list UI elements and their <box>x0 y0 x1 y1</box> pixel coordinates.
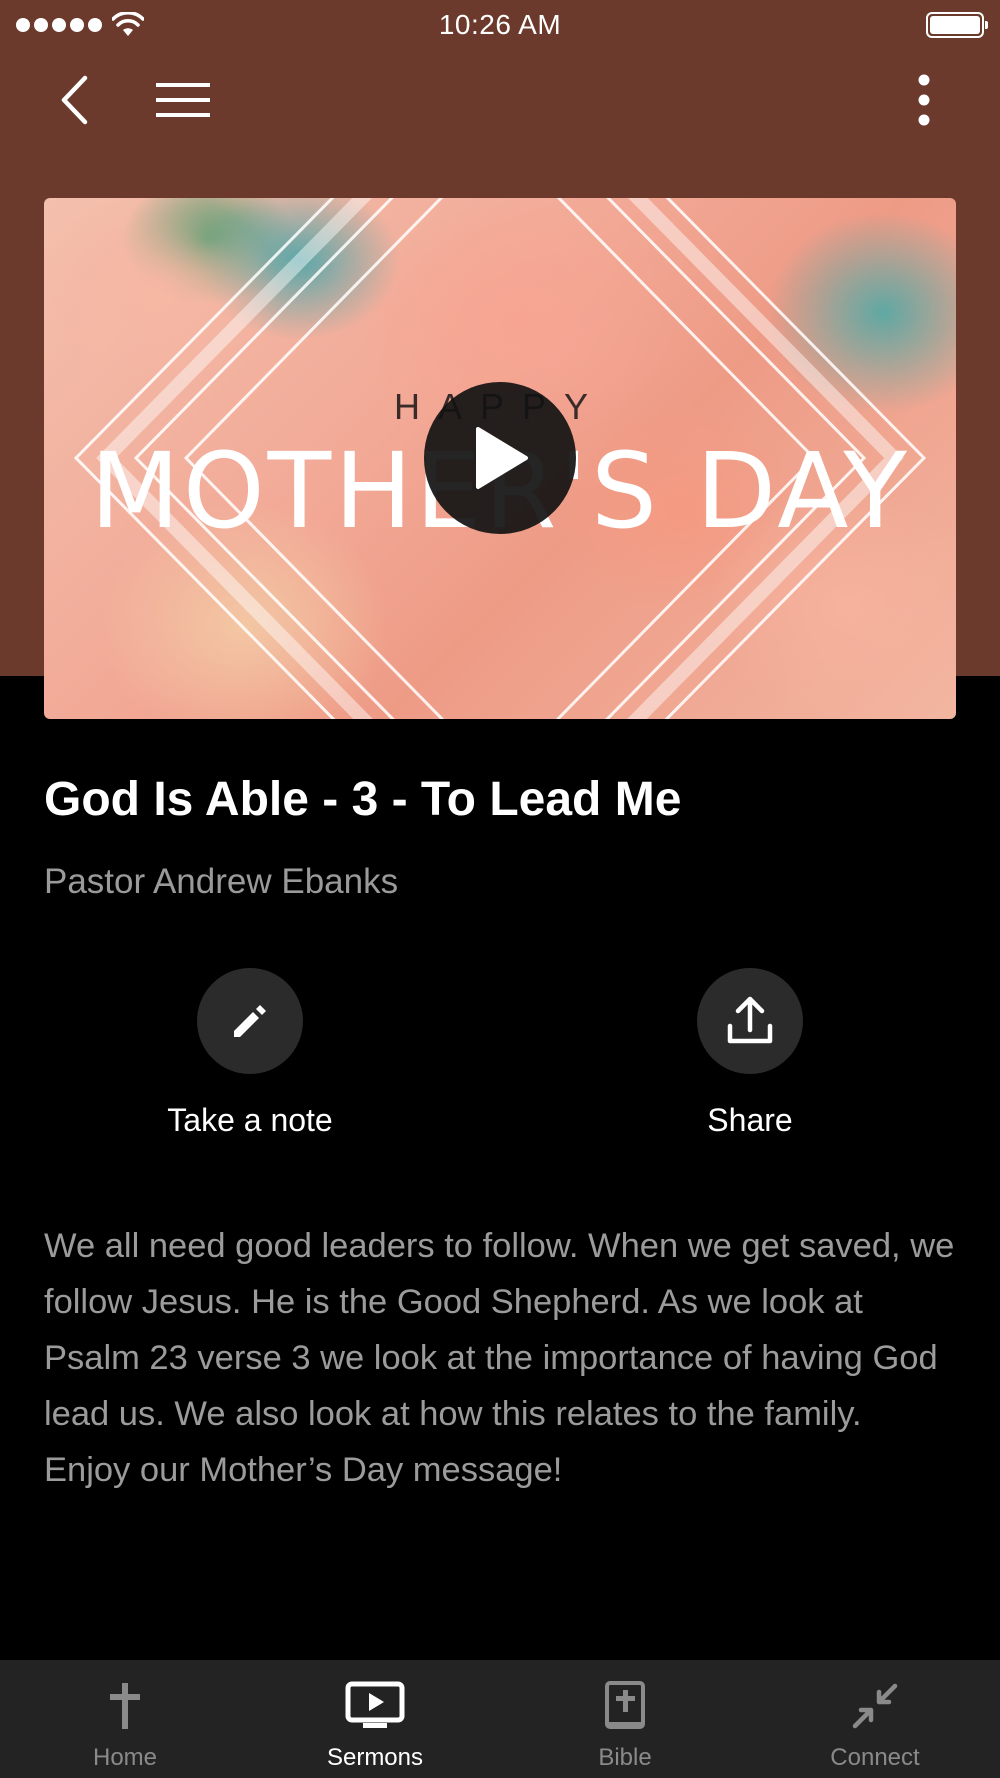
tab-sermons-label: Sermons <box>326 1744 424 1771</box>
share-upload-icon <box>727 996 773 1044</box>
hamburger-menu-icon <box>156 83 210 117</box>
sermon-title: God Is Able - 3 - To Lead Me <box>44 773 682 826</box>
menu-button[interactable] <box>148 70 218 130</box>
back-button[interactable] <box>44 70 104 130</box>
take-note-button[interactable]: Take a note <box>140 968 360 1139</box>
play-icon <box>476 427 528 489</box>
connect-arrows-icon <box>852 1683 898 1729</box>
cross-icon <box>110 1683 140 1729</box>
tab-bible[interactable]: Bible <box>500 1660 750 1778</box>
status-time: 10:26 AM <box>438 9 562 40</box>
share-button[interactable]: Share <box>640 968 860 1139</box>
battery-icon <box>926 12 988 38</box>
tab-bar: Home Sermons Bible Connect <box>0 1660 1000 1778</box>
tab-bible-label: Bible <box>598 1744 652 1771</box>
share-circle[interactable] <box>697 968 803 1074</box>
status-bar: 10:26 AM <box>0 0 1000 50</box>
chevron-left-icon <box>61 75 88 125</box>
more-vertical-icon <box>918 74 930 126</box>
sermon-speaker: Pastor Andrew Ebanks <box>44 862 399 901</box>
more-options-button[interactable] <box>894 70 954 130</box>
tv-play-icon <box>345 1681 405 1728</box>
sermon-artwork: HAPPY MOTHER'S DAY <box>44 198 956 719</box>
take-note-label: Take a note <box>167 1102 333 1138</box>
play-button[interactable] <box>424 382 576 534</box>
tab-connect-label: Connect <box>830 1744 920 1771</box>
sermon-description: We all need good leaders to follow. When… <box>44 1227 955 1489</box>
tab-home-label: Home <box>92 1744 158 1771</box>
tab-home[interactable]: Home <box>0 1660 250 1778</box>
pencil-icon <box>234 1005 266 1037</box>
tab-sermons[interactable]: Sermons <box>250 1660 500 1778</box>
bible-book-icon <box>605 1681 645 1729</box>
take-note-circle[interactable] <box>197 968 303 1074</box>
share-label: Share <box>707 1102 793 1138</box>
tab-connect[interactable]: Connect <box>750 1660 1000 1778</box>
